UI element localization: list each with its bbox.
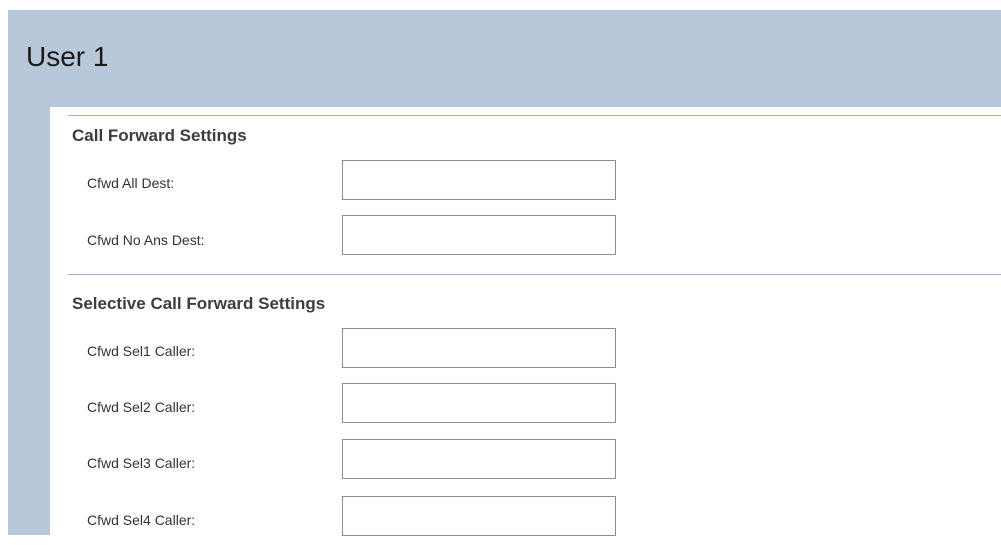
cfwd-sel3-caller-label: Cfwd Sel3 Caller: [87, 455, 196, 471]
cfwd-sel2-caller-label: Cfwd Sel2 Caller: [87, 399, 196, 415]
cfwd-sel4-caller-input[interactable] [342, 496, 616, 536]
settings-panel: Call Forward Settings Cfwd All Dest: Cfw… [50, 107, 1001, 545]
selective-call-forward-settings-title: Selective Call Forward Settings [72, 294, 326, 313]
cfwd-sel2-caller-input[interactable] [342, 383, 616, 423]
section-divider [68, 274, 1001, 275]
cfwd-sel1-caller-label: Cfwd Sel1 Caller: [87, 343, 196, 359]
cfwd-sel4-caller-label: Cfwd Sel4 Caller: [87, 512, 196, 528]
cfwd-sel1-caller-input[interactable] [342, 328, 616, 368]
cfwd-no-ans-dest-label: Cfwd No Ans Dest: [87, 232, 205, 248]
section-divider [68, 115, 1001, 116]
cfwd-all-dest-input[interactable] [342, 160, 616, 200]
call-forward-settings-title: Call Forward Settings [72, 126, 247, 145]
cfwd-no-ans-dest-input[interactable] [342, 215, 616, 255]
cfwd-sel3-caller-input[interactable] [342, 439, 616, 479]
cfwd-all-dest-label: Cfwd All Dest: [87, 175, 175, 191]
page-title: User 1 [26, 41, 109, 72]
page-frame: User 1 Call Forward Settings Cfwd All De… [8, 10, 1001, 545]
